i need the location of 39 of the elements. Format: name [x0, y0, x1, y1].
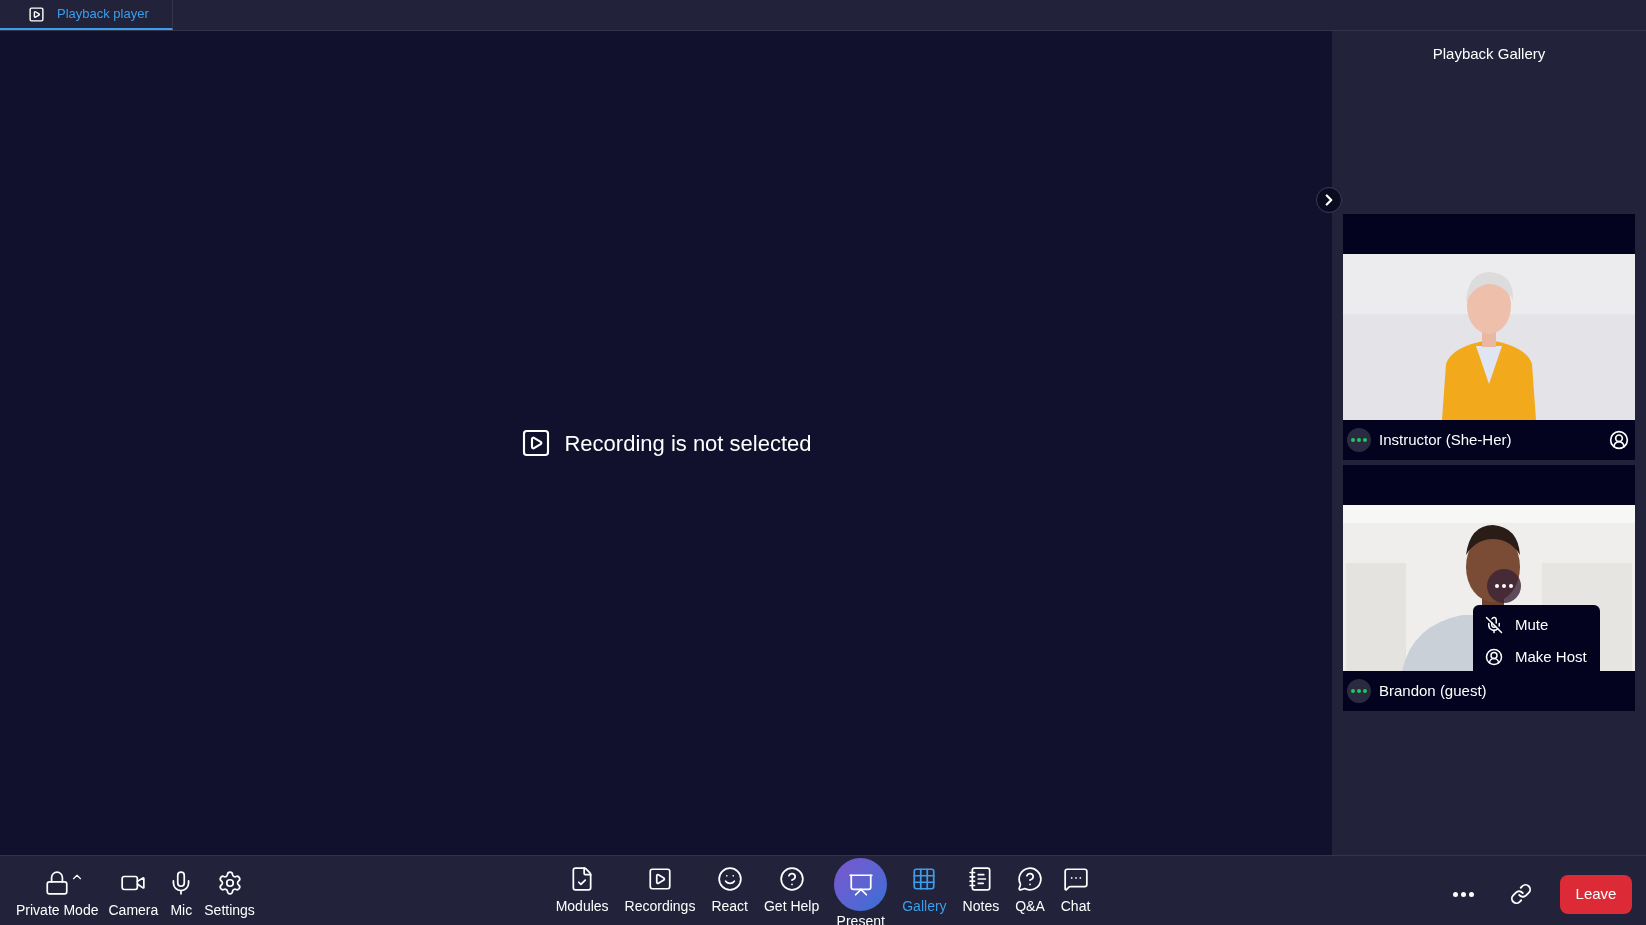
lock-icon [44, 869, 71, 896]
status-indicator [1347, 679, 1371, 703]
empty-message: Recording is not selected [564, 429, 812, 458]
toolbar-button[interactable]: Private Mode [14, 867, 101, 921]
toolbar-button[interactable]: Gallery [899, 858, 950, 917]
collapse-button[interactable] [1316, 187, 1342, 213]
link-icon [1510, 883, 1532, 905]
toolbar-button[interactable]: Recordings [621, 858, 699, 917]
toolbar-button[interactable]: Camera [106, 867, 161, 921]
toolbar-button[interactable]: Get Help [761, 858, 823, 917]
ellipsis-icon [1453, 891, 1474, 897]
play-square-icon [28, 5, 45, 23]
toolbar-button[interactable]: Modules [552, 858, 612, 917]
ellipsis-icon [1495, 584, 1513, 588]
toolbar-button[interactable]: Mic [166, 867, 197, 921]
toolbar-button[interactable]: Notes [959, 858, 1003, 917]
notebook-icon [967, 866, 994, 892]
menu-item[interactable]: Make Host [1473, 641, 1600, 671]
toolbar-button[interactable]: Q&A [1012, 858, 1048, 917]
participant-name: Brandon (guest) [1379, 680, 1488, 701]
menu-item[interactable]: Mute [1473, 609, 1600, 641]
gallery-title: Playback Gallery [1431, 44, 1547, 64]
question-bubble-icon [1016, 866, 1043, 892]
smile-icon [716, 866, 743, 892]
toolbar-button[interactable]: Chat [1057, 858, 1094, 917]
user-icon [1485, 648, 1503, 666]
chat-bubble-icon [1062, 866, 1089, 892]
play-square-icon [647, 866, 673, 892]
leave-button[interactable]: Leave [1560, 874, 1632, 914]
mic-off-icon [1485, 616, 1503, 634]
grid-icon [911, 866, 938, 892]
presentation-icon [847, 871, 874, 898]
toolbar-button[interactable]: Settings [202, 867, 257, 921]
tab[interactable]: Playback player [0, 0, 173, 30]
toolbar-button[interactable]: React [708, 858, 751, 917]
help-icon [778, 866, 805, 892]
status-indicator [1347, 428, 1371, 452]
participant-name: Instructor (She-Her) [1379, 429, 1513, 450]
settings-icon [216, 869, 243, 896]
